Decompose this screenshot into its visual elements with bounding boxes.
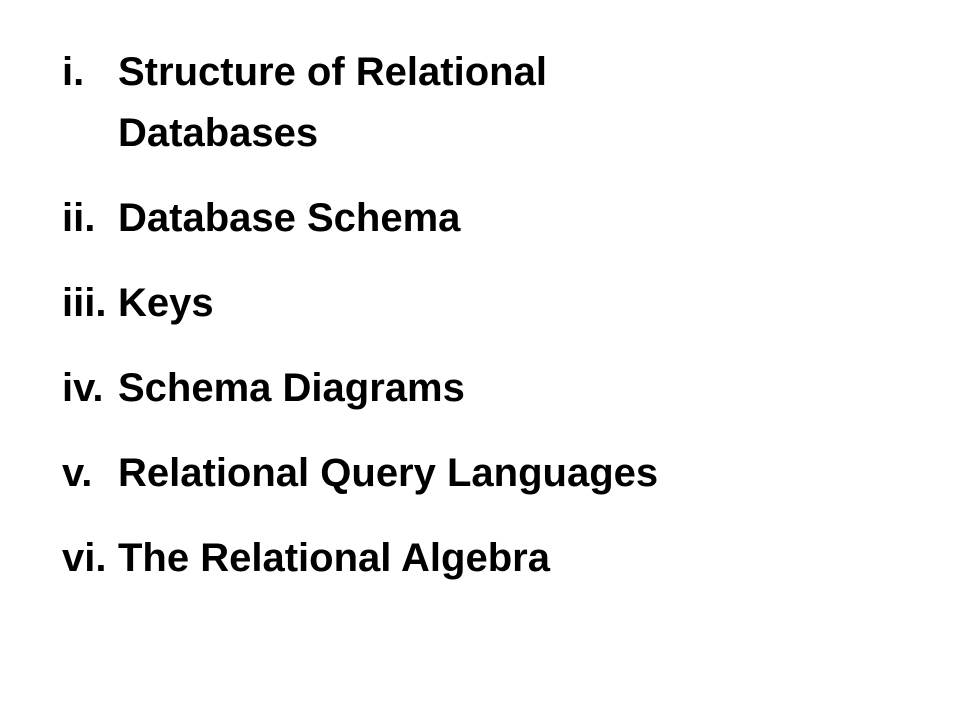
topic-item: iv. Schema Diagrams	[62, 358, 922, 419]
slide: i. Structure of Relational Databases ii.…	[0, 0, 960, 720]
topic-text: Relational Query Languages	[118, 451, 659, 495]
topic-text: Keys	[118, 281, 214, 325]
topic-numeral: vi.	[62, 536, 107, 580]
topic-item: ii. Database Schema	[62, 188, 922, 249]
topic-text: The Relational Algebra	[118, 536, 550, 580]
topic-text: Structure of Relational Databases	[118, 50, 547, 155]
topic-numeral: v.	[62, 451, 93, 495]
topic-numeral: iv.	[62, 366, 104, 410]
topic-item: i. Structure of Relational Databases	[62, 42, 922, 164]
topic-text: Schema Diagrams	[118, 366, 465, 410]
topic-list: i. Structure of Relational Databases ii.…	[62, 42, 922, 613]
topic-item: vi. The Relational Algebra	[62, 528, 922, 589]
topic-numeral: ii.	[62, 196, 96, 240]
topic-item: v. Relational Query Languages	[62, 443, 922, 504]
topic-item: iii. Keys	[62, 273, 922, 334]
topic-numeral: i.	[62, 50, 85, 94]
topic-numeral: iii.	[62, 281, 107, 325]
topic-text: Database Schema	[118, 196, 461, 240]
